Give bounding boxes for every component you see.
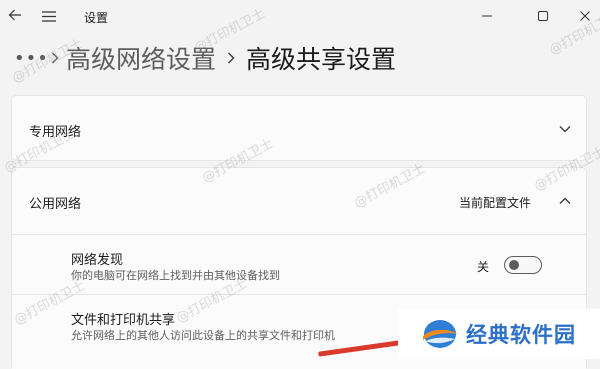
site-logo: 经典软件园 [398,309,600,359]
private-network-label: 专用网络 [29,125,82,140]
network-discovery-row: 网络发现 你的电脑可在网络上找到并由其他设备找到 关 [12,234,586,295]
minimize-icon [482,15,492,17]
public-network-label: 公用网络 [29,197,82,212]
close-icon [580,11,590,21]
collapse-button[interactable] [558,194,572,208]
breadcrumb: ••• 高级网络设置 高级共享设置 [14,38,396,78]
network-discovery-toggle[interactable] [504,256,542,274]
current-profile-label: 当前配置文件 [459,196,532,210]
network-discovery-state: 关 [477,260,490,274]
chevron-up-icon [559,197,571,204]
network-discovery-title: 网络发现 [71,253,124,268]
file-printer-sharing-title: 文件和打印机共享 [71,313,176,328]
hamburger-menu-icon [42,10,56,22]
file-printer-sharing-description: 允许网络上的其他人访问此设备上的共享文件和打印机 [71,329,335,342]
navigation-menu-button[interactable] [38,6,60,26]
title-bar: 设置 [0,0,600,34]
minimize-button[interactable] [464,0,510,32]
back-arrow-icon [8,9,21,21]
chevron-down-icon [559,126,571,133]
maximize-icon [538,11,548,21]
back-button[interactable] [4,4,26,26]
chevron-right-icon [228,52,235,64]
network-discovery-description: 你的电脑可在网络上找到并由其他设备找到 [71,269,280,282]
expand-button[interactable] [558,122,572,136]
breadcrumb-parent-link[interactable]: 高级网络设置 [66,40,216,76]
window-title: 设置 [84,11,109,25]
breadcrumb-separator [44,52,66,64]
public-network-header[interactable]: 公用网络 当前配置文件 [12,168,586,234]
private-network-section[interactable]: 专用网络 [11,95,587,161]
page-title: 高级共享设置 [246,45,397,74]
logo-text: 经典软件园 [466,323,576,347]
close-button[interactable] [562,0,600,32]
breadcrumb-more-button[interactable]: ••• [14,48,48,69]
chevron-right-icon [52,52,59,64]
globe-logo-icon [423,320,458,348]
breadcrumb-separator [216,52,246,64]
toggle-knob [509,260,519,270]
maximize-button[interactable] [520,0,566,32]
